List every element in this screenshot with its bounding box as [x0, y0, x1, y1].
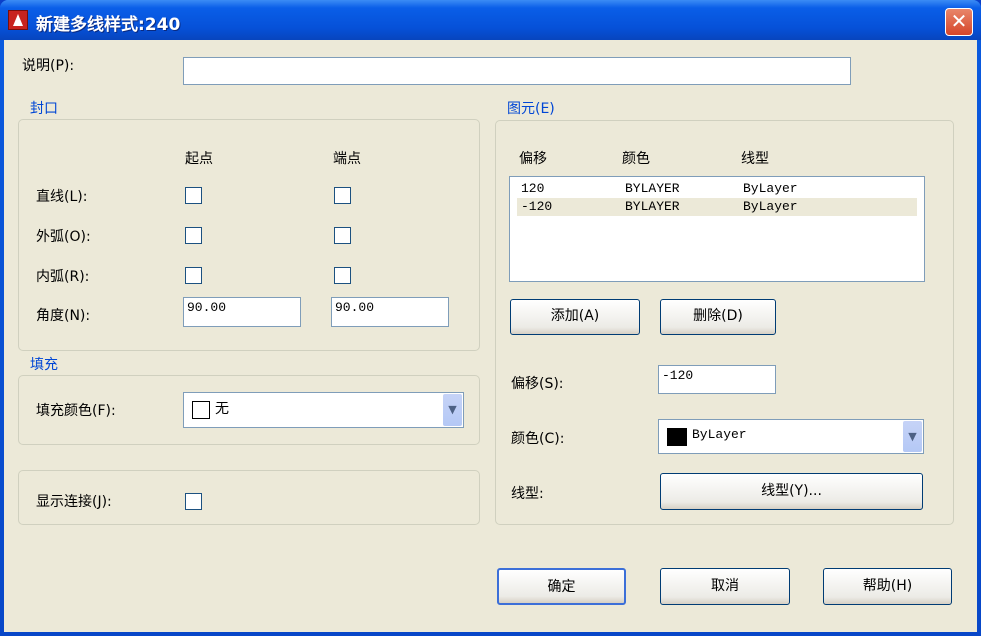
fill-color-value: 无	[215, 401, 229, 417]
no-color-swatch	[192, 401, 210, 419]
elements-list[interactable]: 120 BYLAYER ByLayer -120 BYLAYER ByLayer	[509, 176, 925, 282]
fill-legend: 填充	[27, 354, 61, 374]
elements-legend: 图元(E)	[504, 98, 558, 118]
offset-cell: -120	[521, 199, 553, 214]
add-button[interactable]: 添加(A)	[510, 299, 640, 335]
linetype-cell: ByLayer	[743, 199, 798, 214]
color-column-header: 颜色	[622, 151, 650, 167]
display-joints-checkbox[interactable]	[185, 493, 202, 510]
offset-label: 偏移(S):	[511, 376, 564, 392]
color-swatch	[667, 428, 687, 446]
angle-label: 角度(N):	[36, 308, 91, 324]
color-cell: BYLAYER	[625, 181, 680, 196]
outer-arc-end-checkbox[interactable]	[334, 227, 351, 244]
linetype-button[interactable]: 线型(Y)...	[660, 473, 923, 510]
inner-arc-label: 内弧(R):	[36, 269, 90, 285]
angle-start-input[interactable]: 90.00	[183, 297, 301, 327]
linetype-label: 线型:	[511, 486, 544, 502]
outer-arc-label: 外弧(O):	[36, 229, 91, 245]
inner-arc-start-checkbox[interactable]	[185, 267, 202, 284]
description-label: 说明(P):	[22, 58, 75, 74]
delete-button[interactable]: 删除(D)	[660, 299, 776, 335]
offset-column-header: 偏移	[519, 151, 547, 167]
color-label: 颜色(C):	[511, 431, 565, 447]
ok-button[interactable]: 确定	[497, 568, 626, 605]
fill-color-label: 填充颜色(F):	[36, 403, 116, 419]
list-item-selected[interactable]: -120 BYLAYER ByLayer	[517, 198, 917, 216]
display-joints-label: 显示连接(J):	[36, 494, 112, 510]
help-button[interactable]: 帮助(H)	[823, 568, 952, 605]
line-cap-label: 直线(L):	[36, 189, 88, 205]
linetype-cell: ByLayer	[743, 181, 798, 196]
color-cell: BYLAYER	[625, 199, 680, 214]
caps-start-header: 起点	[185, 151, 213, 167]
angle-end-input[interactable]: 90.00	[331, 297, 449, 327]
linetype-column-header: 线型	[741, 151, 769, 167]
chevron-down-icon[interactable]: ▼	[903, 421, 922, 452]
list-item[interactable]: 120 BYLAYER ByLayer	[517, 180, 917, 198]
outer-arc-start-checkbox[interactable]	[185, 227, 202, 244]
description-input[interactable]	[183, 57, 851, 85]
inner-arc-end-checkbox[interactable]	[334, 267, 351, 284]
offset-cell: 120	[521, 181, 545, 196]
caps-end-header: 端点	[333, 151, 361, 167]
line-start-checkbox[interactable]	[185, 187, 202, 204]
cancel-button[interactable]: 取消	[660, 568, 790, 605]
caps-legend: 封口	[27, 98, 61, 118]
fill-color-select[interactable]: 无 ▼	[183, 392, 464, 428]
dialog-content: 说明(P): 封口 起点 端点 直线(L): 外弧(O): 内弧(R): 角度(…	[0, 0, 981, 636]
line-end-checkbox[interactable]	[334, 187, 351, 204]
offset-input[interactable]: -120	[658, 365, 776, 394]
color-select[interactable]: ByLayer ▼	[658, 419, 924, 454]
color-value: ByLayer	[692, 427, 747, 442]
chevron-down-icon[interactable]: ▼	[443, 394, 462, 426]
